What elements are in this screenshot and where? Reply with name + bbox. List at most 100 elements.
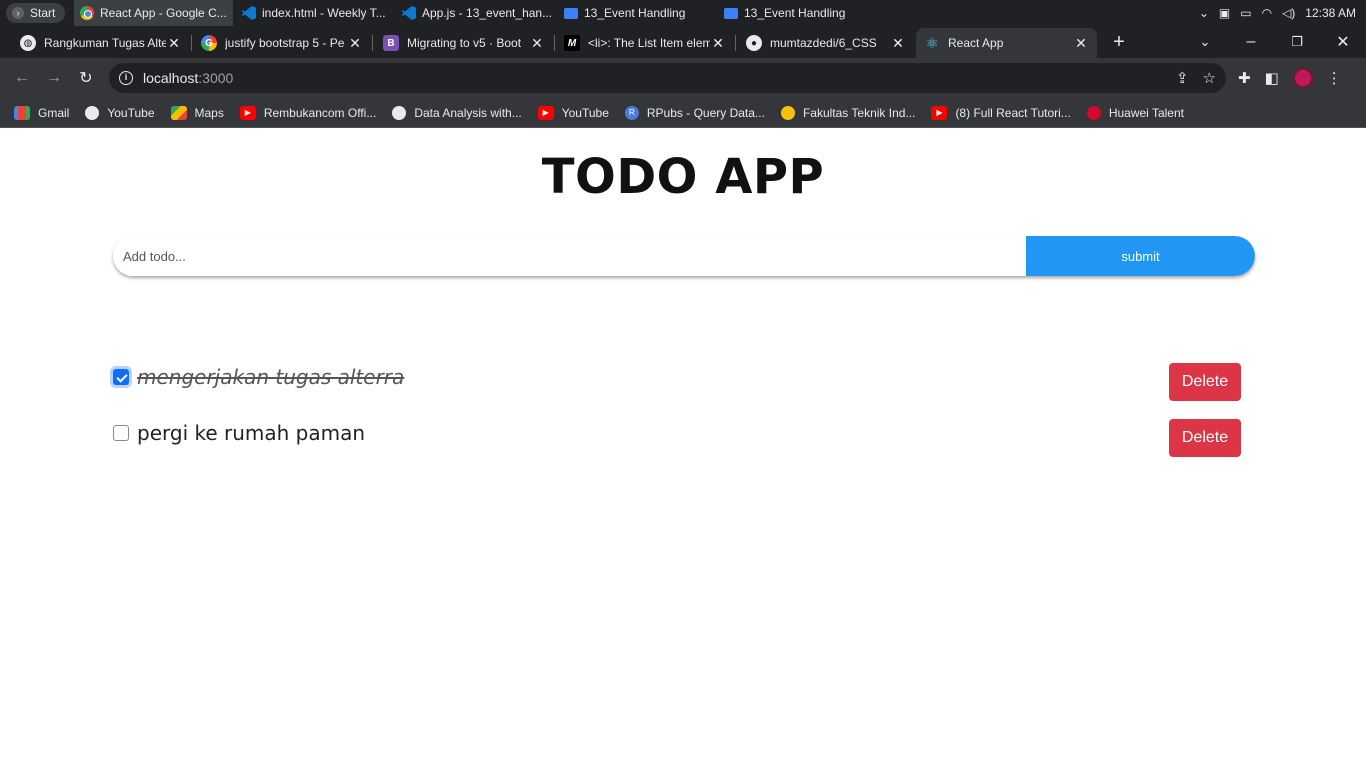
page-content: TODO APP submit mengerjakan tugas alterr…	[0, 129, 1366, 768]
devices-icon[interactable]: ▣	[1219, 6, 1230, 20]
add-todo-form: submit	[113, 236, 1255, 276]
tab-strip: ◍ Rangkuman Tugas Alte ✕ G justify boots…	[0, 26, 1366, 58]
wifi-icon[interactable]: ◠	[1262, 6, 1272, 20]
bookmark-huawei[interactable]: Huawei Talent	[1086, 105, 1184, 120]
address-bar[interactable]: i localhost:3000 ⇪ ☆	[109, 63, 1226, 93]
university-icon	[780, 105, 795, 120]
bookmark-rpubs[interactable]: R RPubs - Query Data...	[624, 105, 765, 120]
tab-rangkuman[interactable]: ◍ Rangkuman Tugas Alte ✕	[12, 28, 190, 58]
taskbar: › Start React App - Google C... index.ht…	[0, 0, 1366, 26]
taskbar-item-chrome[interactable]: React App - Google C...	[74, 0, 233, 26]
omnibox-actions: ⇪ ☆	[1176, 69, 1216, 87]
gmail-icon	[14, 105, 30, 120]
star-icon[interactable]: ☆	[1203, 69, 1216, 87]
taskbar-item-vscode-index[interactable]: index.html - Weekly T...	[236, 0, 392, 26]
taskbar-item-label: 13_Event Handling	[584, 6, 686, 20]
todo-checkbox[interactable]	[113, 425, 129, 441]
folder-icon	[724, 8, 738, 19]
rpubs-icon: R	[624, 105, 639, 120]
system-tray: ⌄ ▣ ▭ ◠ ◁) 12:38 AM	[1199, 0, 1366, 26]
close-icon[interactable]: ✕	[166, 35, 182, 52]
menu-icon[interactable]: ⋮	[1327, 69, 1342, 87]
bookmark-label: Rembukancom Offi...	[263, 105, 377, 120]
reload-button[interactable]: ↻	[72, 64, 100, 92]
submit-button[interactable]: submit	[1026, 236, 1255, 276]
battery-icon[interactable]: ▭	[1240, 6, 1251, 20]
url-host: localhost	[143, 70, 199, 86]
delete-button[interactable]: Delete	[1169, 363, 1241, 401]
tab-title: <li>: The List Item elem	[588, 36, 710, 50]
todo-checkbox[interactable]	[113, 369, 129, 385]
share-icon[interactable]: ⇪	[1176, 69, 1189, 87]
chevron-down-icon[interactable]: ⌄	[1199, 6, 1209, 20]
tab-justify-bootstrap[interactable]: G justify bootstrap 5 - Pe ✕	[193, 28, 371, 58]
window-close-button[interactable]: ✕	[1323, 26, 1363, 58]
volume-icon[interactable]: ◁)	[1282, 6, 1295, 20]
back-button[interactable]: ←	[8, 64, 36, 92]
bookmark-label: Data Analysis with...	[414, 105, 522, 120]
mdn-icon: M	[564, 35, 580, 51]
globe-icon	[85, 105, 100, 120]
bookmark-label: (8) Full React Tutori...	[955, 105, 1071, 120]
delete-button[interactable]: Delete	[1169, 419, 1241, 457]
bookmark-youtube-2[interactable]: ▶ YouTube	[537, 105, 609, 120]
bookmark-rembukancom[interactable]: ▶ Rembukancom Offi...	[239, 105, 377, 120]
tab-title: Migrating to v5 · Boot	[407, 36, 522, 50]
close-icon[interactable]: ✕	[347, 35, 363, 52]
taskbar-item-folder-1[interactable]: 13_Event Handling	[558, 0, 716, 26]
bookmark-label: YouTube	[107, 105, 155, 120]
tab-mdn-li[interactable]: M <li>: The List Item elem ✕	[556, 28, 734, 58]
tab-react-app[interactable]: ⚛ React App ✕	[916, 28, 1097, 58]
bookmark-gmail[interactable]: Gmail	[14, 105, 70, 120]
tab-separator	[191, 35, 192, 51]
todo-item: mengerjakan tugas alterra Delete	[113, 363, 1243, 405]
bookmark-maps[interactable]: Maps	[170, 105, 224, 120]
tab-title: justify bootstrap 5 - Pe	[225, 36, 345, 50]
profile-avatar[interactable]	[1292, 68, 1313, 88]
taskbar-item-vscode-app[interactable]: App.js - 13_event_han...	[396, 0, 554, 26]
close-icon[interactable]: ✕	[710, 35, 726, 52]
tab-migrating-v5[interactable]: B Migrating to v5 · Boot ✕	[375, 28, 553, 58]
youtube-icon: ▶	[931, 105, 948, 120]
chrome-icon	[80, 6, 94, 20]
tab-search-button[interactable]: ⌄	[1185, 26, 1225, 58]
page-title: TODO APP	[541, 149, 825, 205]
extensions-icon[interactable]: ✚	[1238, 69, 1251, 87]
bookmark-youtube-1[interactable]: YouTube	[85, 105, 155, 120]
tab-title: React App	[948, 36, 1004, 50]
globe-icon	[392, 105, 407, 120]
folder-icon	[564, 8, 578, 19]
info-icon[interactable]: i	[119, 71, 133, 85]
todo-item: pergi ke rumah paman Delete	[113, 419, 1243, 461]
bootstrap-icon: B	[383, 35, 399, 51]
vscode-icon	[242, 6, 256, 20]
close-icon[interactable]: ✕	[1073, 35, 1089, 52]
close-icon[interactable]: ✕	[890, 35, 906, 52]
forward-button[interactable]: →	[40, 64, 68, 92]
todo-text: mengerjakan tugas alterra	[137, 365, 405, 389]
bookmarks-bar: Gmail YouTube Maps ▶ Rembukancom Offi... …	[0, 98, 1366, 128]
youtube-icon: ▶	[537, 105, 554, 120]
start-label: Start	[30, 6, 56, 20]
todo-input[interactable]	[113, 236, 1026, 276]
bookmark-label: Gmail	[38, 105, 70, 120]
bookmark-react-tutorial[interactable]: ▶ (8) Full React Tutori...	[931, 105, 1071, 120]
clock[interactable]: 12:38 AM	[1305, 6, 1356, 20]
browser-toolbar: ← → ↻ i localhost:3000 ⇪ ☆ ✚ ◧ ⋮	[0, 58, 1366, 98]
new-tab-button[interactable]: +	[1099, 26, 1139, 58]
side-panel-icon[interactable]: ◧	[1265, 69, 1279, 87]
close-icon[interactable]: ✕	[529, 35, 545, 52]
bookmark-data-analysis[interactable]: Data Analysis with...	[392, 105, 522, 120]
restore-button[interactable]: ❐	[1277, 26, 1317, 58]
minimize-button[interactable]: –	[1231, 26, 1271, 58]
tab-separator	[554, 35, 555, 51]
start-button[interactable]: › Start	[6, 3, 66, 23]
taskbar-item-label: React App - Google C...	[100, 6, 227, 20]
bookmark-fakultas[interactable]: Fakultas Teknik Ind...	[780, 105, 915, 120]
bookmark-label: RPubs - Query Data...	[646, 105, 765, 120]
bookmark-label: Huawei Talent	[1108, 105, 1184, 120]
taskbar-item-folder-2[interactable]: 13_Event Handling	[718, 0, 878, 26]
tab-github[interactable]: ● mumtazdedi/6_CSS ✕	[738, 28, 914, 58]
tab-separator	[735, 35, 736, 51]
tab-title: Rangkuman Tugas Alte	[44, 36, 166, 50]
